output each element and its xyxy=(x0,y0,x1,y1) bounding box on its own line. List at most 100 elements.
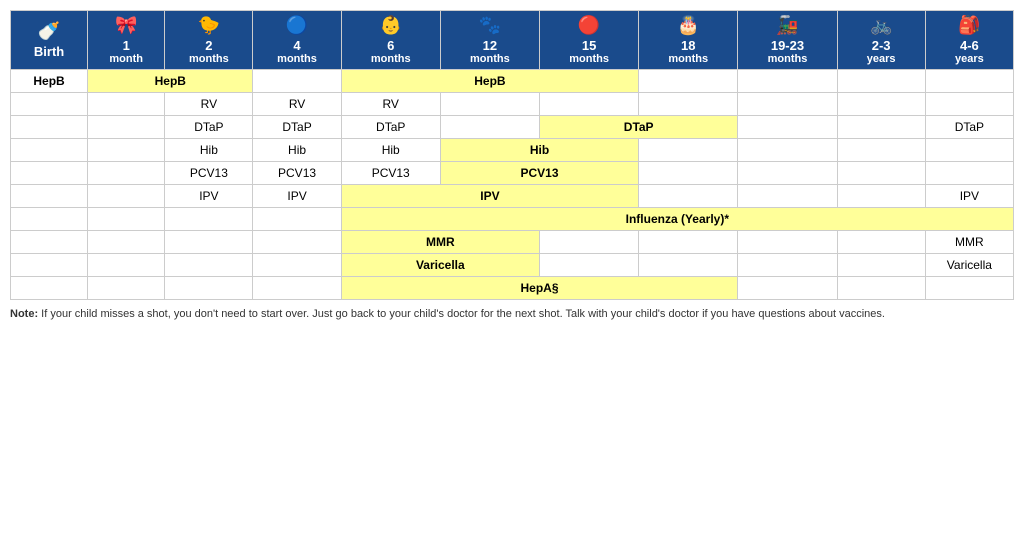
hib-empty-1m xyxy=(88,139,165,162)
mmr-empty-4m xyxy=(253,231,341,254)
hepa-empty-birth xyxy=(11,277,88,300)
hib-empty-18m xyxy=(639,139,738,162)
header-birth: 🍼 Birth xyxy=(11,11,88,70)
pcv13-empty-23y xyxy=(837,162,925,185)
ipv-empty-18m xyxy=(639,185,738,208)
rv-cell-2m: RV xyxy=(165,93,253,116)
rv-empty-birth xyxy=(11,93,88,116)
note-section: Note: If your child misses a shot, you d… xyxy=(10,308,910,320)
rv-row: RV RV RV xyxy=(11,93,1014,116)
hib-empty-46y xyxy=(925,139,1013,162)
hepb-empty-18m xyxy=(639,70,738,93)
varicella-empty-18m xyxy=(639,254,738,277)
dtap-cell-2m: DTaP xyxy=(165,116,253,139)
ipv-cell-6m-15m: IPV xyxy=(341,185,639,208)
mmr-empty-15m xyxy=(540,231,639,254)
pcv13-empty-1923m xyxy=(738,162,837,185)
hib-cell-4m: Hib xyxy=(253,139,341,162)
influenza-empty-birth xyxy=(11,208,88,231)
hib-empty-birth xyxy=(11,139,88,162)
hib-cell-12m-15m: Hib xyxy=(440,139,638,162)
mmr-cell-46y: MMR xyxy=(925,231,1013,254)
dtap-row: DTaP DTaP DTaP DTaP DTaP xyxy=(11,116,1014,139)
hepb-cell-1m-2m: HepB xyxy=(88,70,253,93)
header-23years: 🚲 2-3 years xyxy=(837,11,925,70)
hepa-empty-23y xyxy=(837,277,925,300)
pcv13-empty-46y xyxy=(925,162,1013,185)
influenza-row: Influenza (Yearly)* xyxy=(11,208,1014,231)
dtap-empty-1m xyxy=(88,116,165,139)
header-15months: 🔴 15 months xyxy=(540,11,639,70)
ipv-cell-2m: IPV xyxy=(165,185,253,208)
header-row: 🍼 Birth 🎀 1 month 🐤 2 months 🔵 4 months … xyxy=(11,11,1014,70)
mmr-empty-2m xyxy=(165,231,253,254)
header-2months: 🐤 2 months xyxy=(165,11,253,70)
varicella-empty-23y xyxy=(837,254,925,277)
4months-icon: 🔵 xyxy=(255,15,338,36)
pcv13-cell-6m: PCV13 xyxy=(341,162,440,185)
pcv13-empty-1m xyxy=(88,162,165,185)
ipv-empty-1m xyxy=(88,185,165,208)
pcv13-cell-4m: PCV13 xyxy=(253,162,341,185)
hepa-empty-46y xyxy=(925,277,1013,300)
23years-icon: 🚲 xyxy=(840,15,923,36)
2months-icon: 🐤 xyxy=(167,15,250,36)
dtap-cell-46y: DTaP xyxy=(925,116,1013,139)
header-1month: 🎀 1 month xyxy=(88,11,165,70)
influenza-empty-1m xyxy=(88,208,165,231)
hib-empty-23y xyxy=(837,139,925,162)
pcv13-empty-birth xyxy=(11,162,88,185)
hib-row: Hib Hib Hib Hib xyxy=(11,139,1014,162)
dtap-empty-23y xyxy=(837,116,925,139)
vaccine-schedule-table: 🍼 Birth 🎀 1 month 🐤 2 months 🔵 4 months … xyxy=(10,10,1014,300)
hepb-label: HepB xyxy=(11,70,88,93)
ipv-cell-4m: IPV xyxy=(253,185,341,208)
1month-icon: 🎀 xyxy=(90,15,162,36)
varicella-cell-6m-12m: Varicella xyxy=(341,254,539,277)
ipv-empty-1923m xyxy=(738,185,837,208)
header-46years: 🎒 4-6 years xyxy=(925,11,1013,70)
varicella-empty-birth xyxy=(11,254,88,277)
hepb-row: HepB HepB HepB xyxy=(11,70,1014,93)
rv-empty-18m xyxy=(639,93,738,116)
hib-cell-2m: Hib xyxy=(165,139,253,162)
mmr-empty-1923m xyxy=(738,231,837,254)
birth-icon: 🍼 xyxy=(13,21,85,42)
varicella-empty-2m xyxy=(165,254,253,277)
varicella-empty-1923m xyxy=(738,254,837,277)
header-18months: 🎂 18 months xyxy=(639,11,738,70)
influenza-empty-4m xyxy=(253,208,341,231)
varicella-empty-4m xyxy=(253,254,341,277)
ipv-cell-46y: IPV xyxy=(925,185,1013,208)
hepb-empty-1923m xyxy=(738,70,837,93)
note-label: Note: xyxy=(10,308,38,320)
dtap-cell-6m: DTaP xyxy=(341,116,440,139)
note-text: If your child misses a shot, you don't n… xyxy=(41,308,885,320)
rv-empty-1m xyxy=(88,93,165,116)
rv-empty-1923m xyxy=(738,93,837,116)
influenza-cell: Influenza (Yearly)* xyxy=(341,208,1013,231)
header-12months: 🐾 12 months xyxy=(440,11,539,70)
dtap-empty-1923m xyxy=(738,116,837,139)
ipv-empty-birth xyxy=(11,185,88,208)
rv-empty-12m xyxy=(440,93,539,116)
hepb-empty-23y xyxy=(837,70,925,93)
mmr-empty-18m xyxy=(639,231,738,254)
15months-icon: 🔴 xyxy=(542,15,636,36)
influenza-empty-2m xyxy=(165,208,253,231)
rv-cell-6m: RV xyxy=(341,93,440,116)
varicella-empty-1m xyxy=(88,254,165,277)
mmr-empty-birth xyxy=(11,231,88,254)
6months-icon: 👶 xyxy=(344,15,438,36)
dtap-empty-birth xyxy=(11,116,88,139)
12months-icon: 🐾 xyxy=(443,15,537,36)
ipv-empty-23y xyxy=(837,185,925,208)
varicella-empty-15m xyxy=(540,254,639,277)
mmr-row: MMR MMR xyxy=(11,231,1014,254)
rv-empty-46y xyxy=(925,93,1013,116)
pcv13-empty-18m xyxy=(639,162,738,185)
hepa-empty-1923m xyxy=(738,277,837,300)
18months-icon: 🎂 xyxy=(641,15,735,36)
mmr-empty-23y xyxy=(837,231,925,254)
mmr-empty-1m xyxy=(88,231,165,254)
